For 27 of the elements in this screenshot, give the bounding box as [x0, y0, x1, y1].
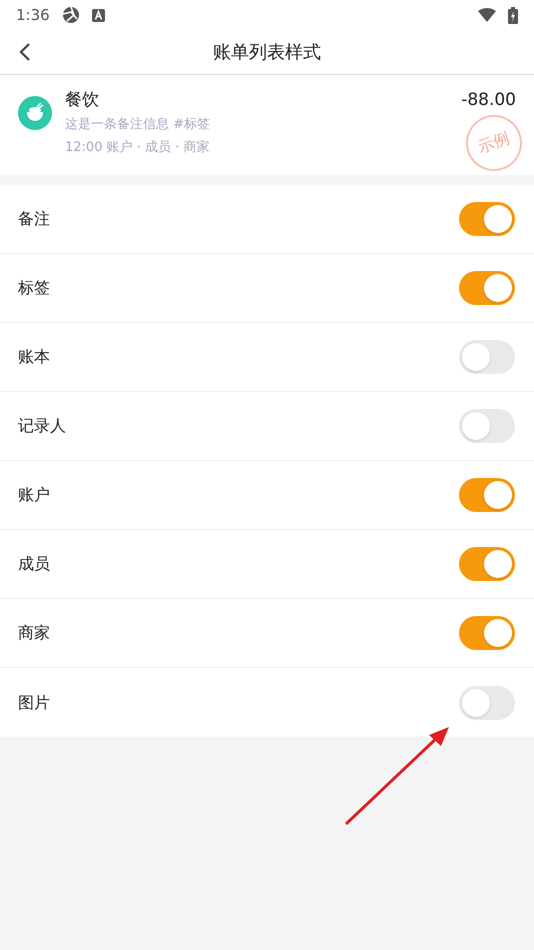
toggle-switch[interactable] [459, 478, 515, 512]
rice-bowl-icon [18, 96, 52, 130]
setting-label: 标签 [18, 277, 51, 299]
note-text: 这是一条备注信息 #标签 [65, 116, 212, 134]
wifi-icon [478, 8, 496, 22]
toggle-switch[interactable] [459, 686, 515, 720]
toggle-switch[interactable] [459, 409, 515, 443]
setting-label: 备注 [18, 208, 51, 230]
back-icon [19, 42, 31, 62]
toggle-switch[interactable] [459, 340, 515, 374]
meta-text: 12:00 账户 · 成员 · 商家 [65, 139, 210, 157]
page-title: 账单列表样式 [213, 40, 321, 64]
status-time: 1:36 [16, 4, 50, 26]
battery-icon [508, 6, 518, 24]
aperture-icon [62, 6, 80, 24]
setting-label: 商家 [18, 622, 51, 644]
setting-label: 记录人 [18, 415, 67, 437]
toggle-switch[interactable] [459, 271, 515, 305]
a-square-icon [92, 8, 105, 22]
toggle-switch[interactable] [459, 202, 515, 236]
setting-label: 账户 [18, 484, 51, 506]
toggle-switch[interactable] [459, 547, 515, 581]
toggle-switch[interactable] [459, 616, 515, 650]
category-name: 餐饮 [65, 89, 100, 111]
setting-label: 图片 [18, 692, 51, 714]
setting-label: 账本 [18, 346, 51, 368]
setting-label: 成员 [18, 553, 51, 575]
